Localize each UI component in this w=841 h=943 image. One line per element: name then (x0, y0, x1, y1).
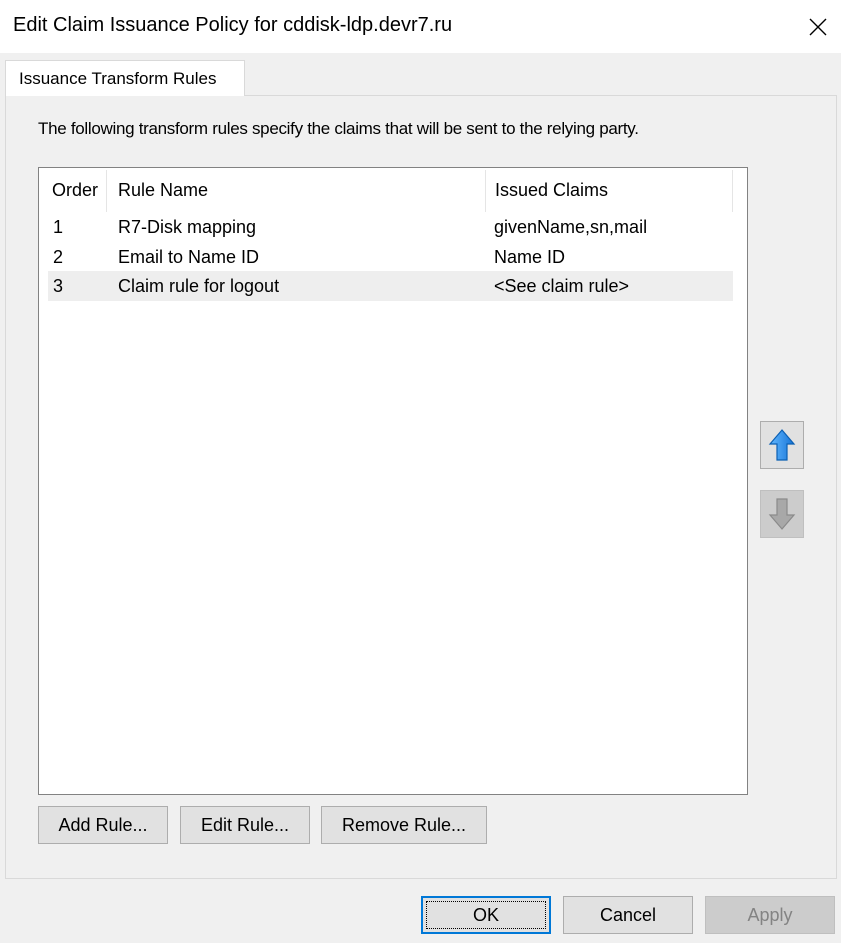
apply-button[interactable]: Apply (705, 896, 835, 934)
tab-issuance-transform-rules[interactable]: Issuance Transform Rules (5, 60, 245, 96)
remove-rule-button[interactable]: Remove Rule... (321, 806, 487, 844)
tab-label: Issuance Transform Rules (19, 69, 217, 88)
column-divider[interactable] (732, 170, 733, 212)
button-label: Add Rule... (58, 814, 148, 835)
cell-rule-name: Email to Name ID (118, 247, 260, 267)
move-down-button[interactable] (760, 490, 804, 538)
table-row[interactable]: 1 R7-Disk mapping givenName,sn,mail (48, 212, 733, 242)
cell-rule-name: R7-Disk mapping (118, 217, 257, 237)
column-header-rule-name[interactable]: Rule Name (118, 168, 208, 212)
button-label: Apply (747, 904, 793, 925)
column-header-order[interactable]: Order (52, 168, 98, 212)
close-icon (809, 18, 827, 35)
column-header-label: Order (52, 179, 99, 200)
close-button[interactable] (795, 0, 841, 53)
button-label: Edit Rule... (200, 814, 290, 835)
cell-order: 3 (53, 276, 64, 296)
focus-rectangle (426, 901, 546, 929)
cell-issued-claims: givenName,sn,mail (494, 217, 648, 237)
cell-rule-name: Claim rule for logout (118, 276, 280, 296)
window-title: Edit Claim Issuance Policy for cddisk-ld… (13, 14, 453, 36)
table-row[interactable]: 2 Email to Name ID Name ID (48, 242, 733, 272)
title-bar: Edit Claim Issuance Policy for cddisk-ld… (0, 0, 841, 53)
column-divider[interactable] (106, 170, 107, 212)
arrow-down-icon (768, 498, 796, 530)
cell-issued-claims: <See claim rule> (494, 276, 630, 296)
column-header-issued-claims[interactable]: Issued Claims (495, 168, 608, 212)
cell-order: 2 (53, 247, 64, 267)
dialog-body: Issuance Transform Rules The following t… (0, 53, 841, 943)
ok-button[interactable]: OK (421, 896, 551, 934)
cancel-button[interactable]: Cancel (563, 896, 693, 934)
table-row-selected[interactable]: 3 Claim rule for logout <See claim rule> (48, 271, 733, 301)
button-label: Remove Rule... (341, 814, 467, 835)
arrow-up-icon (768, 429, 796, 461)
cell-issued-claims: Name ID (494, 247, 566, 267)
column-header-label: Issued Claims (495, 179, 609, 200)
button-label: Cancel (599, 904, 657, 925)
edit-rule-button[interactable]: Edit Rule... (180, 806, 310, 844)
cell-order: 1 (53, 217, 64, 237)
rules-list[interactable]: Order Rule Name Issued Claims 1 R7-Disk … (38, 167, 748, 795)
move-up-button[interactable] (760, 421, 804, 469)
description-text: The following transform rules specify th… (38, 119, 639, 138)
column-divider[interactable] (485, 170, 486, 212)
column-header-label: Rule Name (118, 179, 209, 200)
add-rule-button[interactable]: Add Rule... (38, 806, 168, 844)
